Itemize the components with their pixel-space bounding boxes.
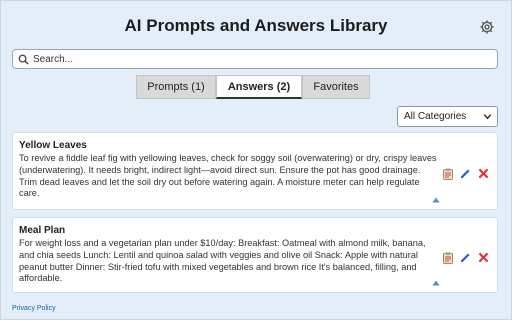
category-select[interactable]: All Categories bbox=[397, 106, 498, 127]
search-input[interactable] bbox=[33, 53, 483, 65]
tab-favorites[interactable]: Favorites bbox=[302, 75, 370, 99]
gear-icon[interactable] bbox=[479, 19, 495, 35]
category-select-value: All Categories bbox=[404, 111, 467, 122]
privacy-policy-link[interactable]: Privacy Policy bbox=[12, 305, 56, 312]
pencil-icon[interactable] bbox=[459, 167, 472, 180]
answer-actions bbox=[441, 251, 490, 264]
answer-title: Yellow Leaves bbox=[19, 140, 87, 151]
pencil-icon[interactable] bbox=[459, 251, 472, 264]
tab-bar: Prompts (1) Answers (2) Favorites bbox=[136, 75, 370, 99]
triangle-up-icon[interactable] bbox=[432, 280, 440, 286]
answer-actions bbox=[441, 167, 490, 180]
close-icon[interactable] bbox=[477, 251, 490, 264]
chevron-down-icon bbox=[483, 114, 492, 120]
triangle-up-icon[interactable] bbox=[432, 197, 440, 203]
search-bar bbox=[12, 49, 498, 69]
tab-answers[interactable]: Answers (2) bbox=[216, 75, 302, 99]
tab-prompts[interactable]: Prompts (1) bbox=[136, 75, 216, 99]
answer-title: Meal Plan bbox=[19, 225, 66, 236]
answer-body: For weight loss and a vegetarian plan un… bbox=[19, 238, 426, 284]
search-icon bbox=[18, 54, 29, 65]
page-title: AI Prompts and Answers Library bbox=[124, 16, 388, 35]
close-icon[interactable] bbox=[477, 167, 490, 180]
answer-body: To revive a fiddle leaf fig with yellowi… bbox=[19, 153, 437, 199]
answer-card: Yellow Leaves To revive a fiddle leaf fi… bbox=[12, 132, 498, 210]
clipboard-icon[interactable] bbox=[441, 167, 454, 180]
answer-card: Meal Plan For weight loss and a vegetari… bbox=[12, 217, 498, 293]
clipboard-icon[interactable] bbox=[441, 251, 454, 264]
